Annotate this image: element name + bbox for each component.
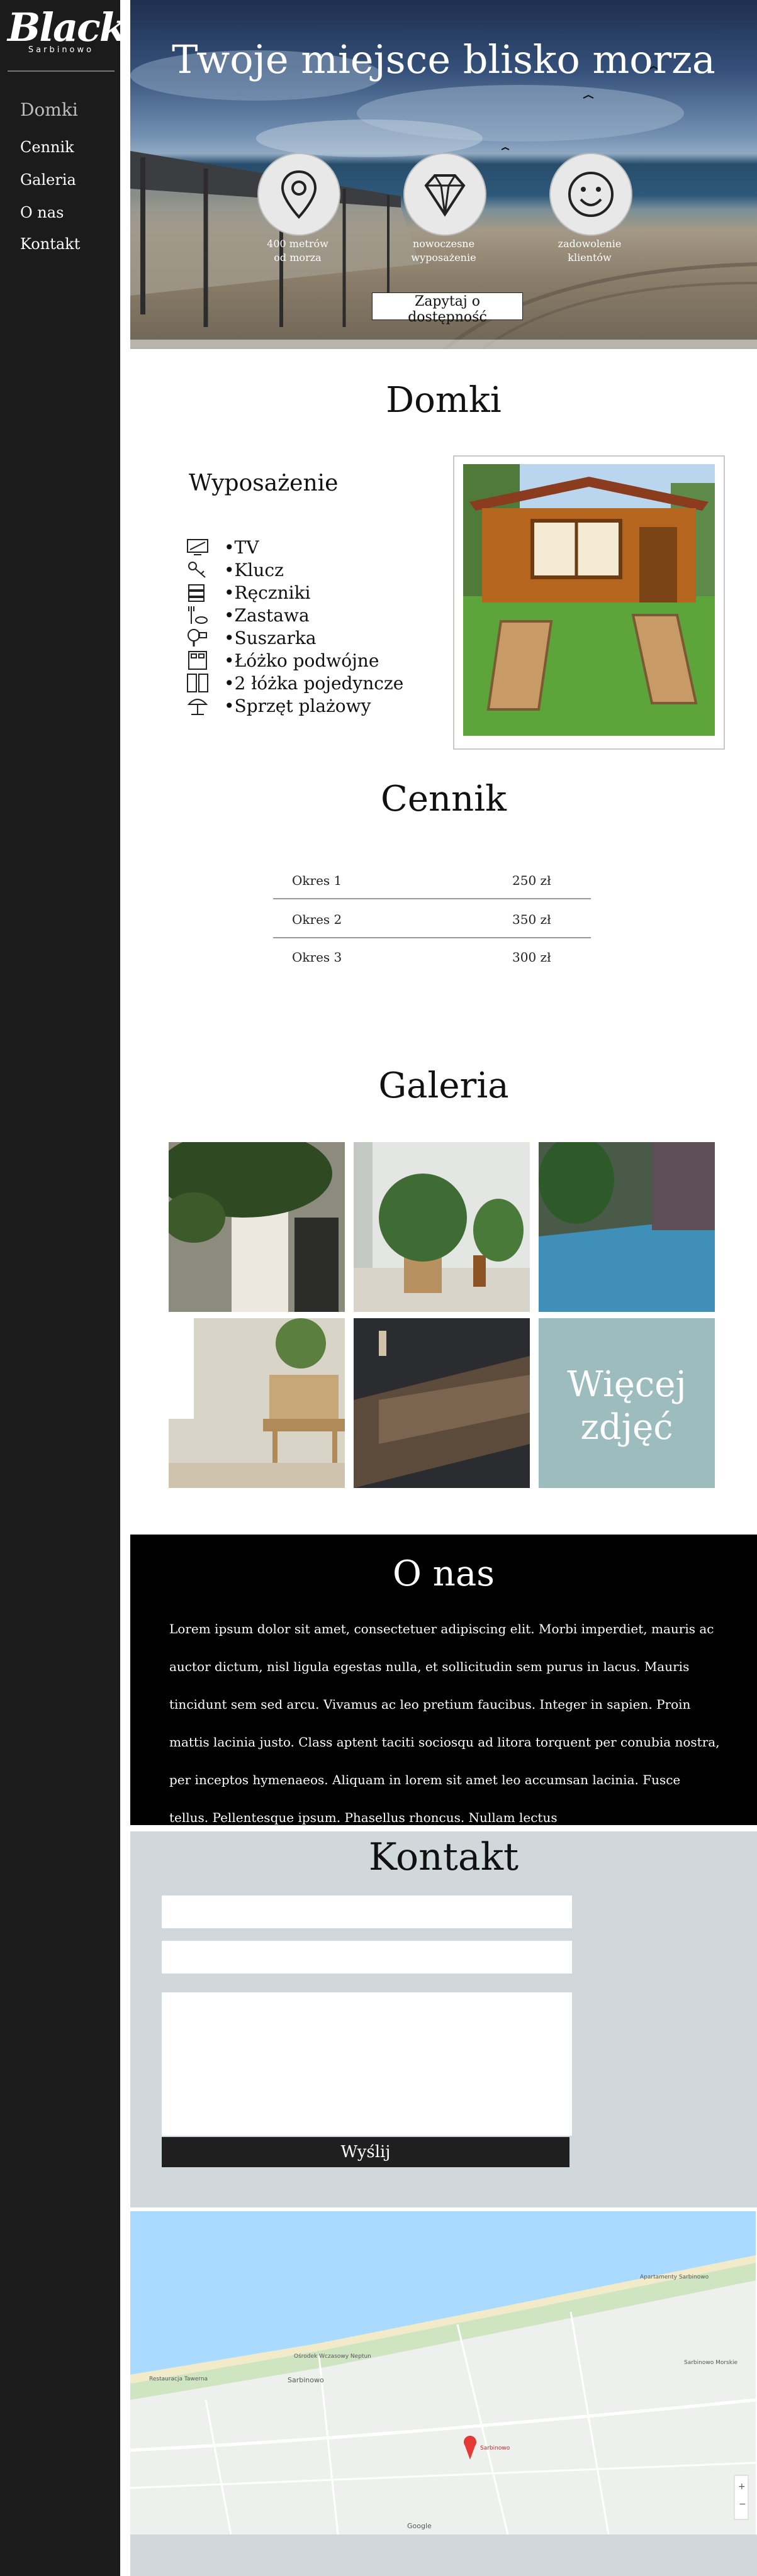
name-field[interactable] bbox=[162, 1896, 572, 1928]
map-attribution: Google bbox=[407, 2522, 432, 2530]
nav-domki[interactable]: Domki bbox=[20, 99, 78, 120]
message-field[interactable] bbox=[162, 1992, 572, 2136]
about-section: O nas Lorem ipsum dolor sit amet, consec… bbox=[130, 1535, 757, 1825]
domki-title: Domki bbox=[386, 380, 502, 421]
galeria-title: Galeria bbox=[378, 1065, 509, 1106]
nav-o-nas[interactable]: O nas bbox=[20, 204, 64, 221]
price-row: Okres 1 250 zł bbox=[273, 862, 591, 899]
gallery-image[interactable] bbox=[354, 1142, 530, 1312]
price-value: 300 zł bbox=[512, 950, 551, 965]
towel-icon bbox=[188, 584, 205, 602]
tv-icon bbox=[187, 539, 208, 555]
hero-banner: Twoje miejsce blisko morza 400 metrów od … bbox=[130, 0, 757, 349]
equipment-label: •2 łóżka pojedyncze bbox=[224, 673, 404, 694]
double-bed-icon bbox=[188, 651, 207, 670]
gallery-image[interactable] bbox=[169, 1142, 345, 1312]
feature-caption-satisfaction: zadowolenie klientów bbox=[558, 238, 622, 264]
hairdryer-icon bbox=[188, 629, 207, 647]
more-photos-tile[interactable]: Więcej zdjęć bbox=[539, 1318, 715, 1488]
cabin-photo[interactable] bbox=[463, 464, 715, 736]
nav-kontakt[interactable]: Kontakt bbox=[20, 235, 80, 253]
svg-text:+: + bbox=[738, 2482, 746, 2492]
gallery-image[interactable] bbox=[539, 1142, 715, 1312]
equipment-title: Wyposażenie bbox=[189, 470, 339, 496]
logo-divider bbox=[8, 70, 115, 72]
send-button[interactable]: Wyślij bbox=[162, 2137, 569, 2167]
availability-button[interactable]: Zapytaj o dostępność bbox=[372, 292, 523, 325]
map-poi-label: Restauracja Tawerna bbox=[149, 2376, 208, 2382]
equipment-label: •Sprzęt plażowy bbox=[224, 696, 371, 716]
svg-text:−: − bbox=[739, 2499, 746, 2509]
map-place-label: Sarbinowo bbox=[288, 2376, 324, 2384]
gallery-image[interactable] bbox=[354, 1318, 530, 1488]
more-photos-label[interactable]: Więcej zdjęć bbox=[539, 1363, 715, 1449]
beach-umbrella-icon bbox=[187, 699, 208, 715]
tableware-icon bbox=[188, 606, 208, 624]
map-poi-label: Sarbinowo Morskie bbox=[684, 2360, 737, 2366]
sidebar: Black Sarbinowo Domki Cennik Galeria O n… bbox=[0, 0, 126, 2576]
contact-title: Kontakt bbox=[368, 1835, 519, 1879]
equipment-label: •Klucz bbox=[224, 560, 284, 580]
map-embed[interactable]: + − Sarbinowo Sarbinowo Ośrodek Wczasowy… bbox=[130, 2211, 756, 2534]
map-pin-label: Sarbinowo bbox=[480, 2445, 510, 2451]
feature-caption-equipment: nowoczesne wyposażenie bbox=[411, 238, 476, 264]
smiley-icon bbox=[549, 153, 632, 236]
price-row: Okres 2 350 zł bbox=[273, 901, 591, 938]
gallery-image[interactable] bbox=[169, 1318, 345, 1488]
price-value: 350 zł bbox=[512, 912, 551, 927]
price-period: Okres 3 bbox=[292, 950, 342, 965]
about-title: O nas bbox=[393, 1553, 495, 1594]
price-period: Okres 2 bbox=[292, 912, 342, 927]
price-value: 250 zł bbox=[512, 873, 551, 888]
single-bed-icon bbox=[187, 674, 208, 692]
equipment-label: •Ręczniki bbox=[224, 582, 311, 603]
contact-section: Kontakt Wyślij bbox=[130, 1831, 757, 2207]
cennik-title: Cennik bbox=[381, 779, 507, 819]
equipment-label: •Łóżko podwójne bbox=[224, 650, 379, 671]
diamond-icon bbox=[403, 153, 486, 236]
key-icon bbox=[188, 562, 206, 578]
map-poi-label: Apartamenty Sarbinowo bbox=[640, 2274, 709, 2280]
map-poi-label: Ośrodek Wczasowy Neptun bbox=[294, 2353, 371, 2360]
equipment-label: •Suszarka bbox=[224, 628, 317, 648]
feature-caption-distance: 400 metrów od morza bbox=[267, 238, 328, 264]
nav-galeria[interactable]: Galeria bbox=[20, 171, 76, 189]
location-pin-icon bbox=[257, 153, 340, 236]
equipment-label: •Zastawa bbox=[224, 605, 310, 626]
hero-title: Twoje miejsce blisko morza bbox=[172, 36, 715, 82]
about-text: Lorem ipsum dolor sit amet, consectetuer… bbox=[169, 1621, 720, 1825]
price-row: Okres 3 300 zł bbox=[273, 938, 591, 976]
price-period: Okres 1 bbox=[292, 873, 342, 888]
equipment-label: •TV bbox=[224, 537, 259, 558]
email-field[interactable] bbox=[162, 1941, 572, 1974]
map-canvas[interactable]: + − bbox=[130, 2211, 756, 2534]
price-divider bbox=[273, 898, 591, 899]
footer-strip bbox=[130, 2534, 757, 2576]
nav-cennik[interactable]: Cennik bbox=[20, 138, 74, 156]
logo-subtitle: Sarbinowo bbox=[28, 45, 94, 55]
